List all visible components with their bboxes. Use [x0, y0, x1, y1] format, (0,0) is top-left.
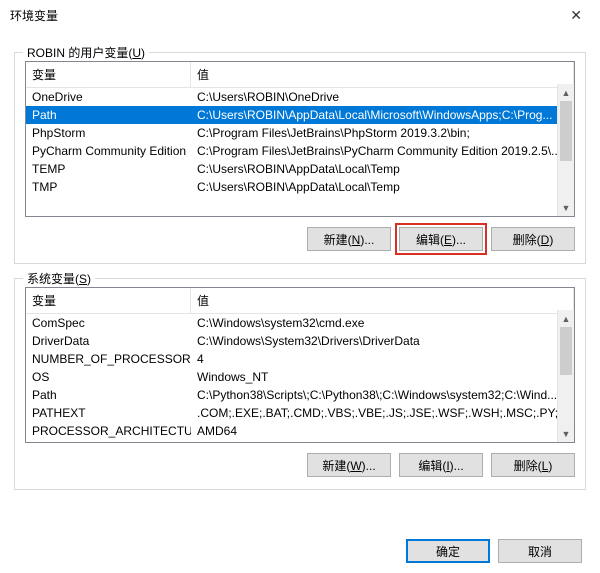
cell-variable: PhpStorm — [26, 125, 191, 141]
col-value[interactable]: 值 — [191, 288, 574, 313]
table-row[interactable]: PhpStormC:\Program Files\JetBrains\PhpSt… — [26, 124, 574, 142]
scroll-thumb[interactable] — [560, 327, 572, 375]
scroll-up-icon[interactable]: ▲ — [558, 310, 574, 327]
table-row[interactable]: PathC:\Users\ROBIN\AppData\Local\Microso… — [26, 106, 574, 124]
scroll-down-icon[interactable]: ▼ — [558, 199, 574, 216]
system-vars-legend: 系统变量(S) — [23, 270, 95, 287]
table-row[interactable]: TMPC:\Users\ROBIN\AppData\Local\Temp — [26, 178, 574, 196]
cell-variable: OS — [26, 369, 191, 385]
cell-variable: PROCESSOR_ARCHITECTURE — [26, 423, 191, 439]
cell-value: C:\Users\ROBIN\AppData\Local\Microsoft\W… — [191, 107, 574, 123]
table-row[interactable]: ComSpecC:\Windows\system32\cmd.exe — [26, 314, 574, 332]
scroll-down-icon[interactable]: ▼ — [558, 425, 574, 442]
cell-variable: OneDrive — [26, 89, 191, 105]
close-icon[interactable]: ✕ — [562, 3, 590, 28]
cancel-button[interactable]: 取消 — [498, 539, 582, 563]
col-variable[interactable]: 变量 — [26, 62, 191, 87]
table-row[interactable]: PATHEXT.COM;.EXE;.BAT;.CMD;.VBS;.VBE;.JS… — [26, 404, 574, 422]
cell-variable: Path — [26, 387, 191, 403]
table-row[interactable]: DriverDataC:\Windows\System32\Drivers\Dr… — [26, 332, 574, 350]
table-row[interactable]: PROCESSOR_IDENTIFIERIntel64 Family 6 Mod… — [26, 440, 574, 443]
table-row[interactable]: NUMBER_OF_PROCESSORS4 — [26, 350, 574, 368]
system-new-button[interactable]: 新建(W)... — [307, 453, 391, 477]
cell-value: 4 — [191, 351, 574, 367]
cell-value: C:\Users\ROBIN\OneDrive — [191, 89, 574, 105]
listview-header: 变量 值 — [26, 62, 574, 88]
system-vars-group: 系统变量(S) 变量 值 ComSpecC:\Windows\system32\… — [14, 278, 586, 490]
cell-variable: DriverData — [26, 333, 191, 349]
cell-value: C:\Python38\Scripts\;C:\Python38\;C:\Win… — [191, 387, 574, 403]
table-row[interactable]: TEMPC:\Users\ROBIN\AppData\Local\Temp — [26, 160, 574, 178]
cell-variable: PROCESSOR_IDENTIFIER — [26, 441, 191, 443]
user-edit-button[interactable]: 编辑(E)... — [399, 227, 483, 251]
cell-value: C:\Users\ROBIN\AppData\Local\Temp — [191, 179, 574, 195]
listview-header: 变量 值 — [26, 288, 574, 314]
scroll-thumb[interactable] — [560, 101, 572, 161]
scrollbar[interactable]: ▲ ▼ — [557, 84, 574, 216]
cell-value: C:\Users\ROBIN\AppData\Local\Temp — [191, 161, 574, 177]
ok-button[interactable]: 确定 — [406, 539, 490, 563]
cell-variable: TMP — [26, 179, 191, 195]
cell-variable: NUMBER_OF_PROCESSORS — [26, 351, 191, 367]
user-vars-group: ROBIN 的用户变量(U) 变量 值 OneDriveC:\Users\ROB… — [14, 52, 586, 264]
cell-value: C:\Windows\System32\Drivers\DriverData — [191, 333, 574, 349]
col-variable[interactable]: 变量 — [26, 288, 191, 313]
scrollbar[interactable]: ▲ ▼ — [557, 310, 574, 442]
table-row[interactable]: PyCharm Community EditionC:\Program File… — [26, 142, 574, 160]
user-vars-listview[interactable]: 变量 值 OneDriveC:\Users\ROBIN\OneDrivePath… — [25, 61, 575, 217]
user-vars-legend: ROBIN 的用户变量(U) — [23, 44, 149, 61]
system-edit-button[interactable]: 编辑(I)... — [399, 453, 483, 477]
user-new-button[interactable]: 新建(N)... — [307, 227, 391, 251]
cell-variable: PATHEXT — [26, 405, 191, 421]
table-row[interactable]: PathC:\Python38\Scripts\;C:\Python38\;C:… — [26, 386, 574, 404]
system-delete-button[interactable]: 删除(L) — [491, 453, 575, 477]
col-value[interactable]: 值 — [191, 62, 574, 87]
titlebar: 环境变量 ✕ — [0, 0, 600, 30]
cell-value: C:\Program Files\JetBrains\PyCharm Commu… — [191, 143, 574, 159]
cell-value: .COM;.EXE;.BAT;.CMD;.VBS;.VBE;.JS;.JSE;.… — [191, 405, 574, 421]
cell-variable: PyCharm Community Edition — [26, 143, 191, 159]
cell-value: C:\Windows\system32\cmd.exe — [191, 315, 574, 331]
cell-variable: TEMP — [26, 161, 191, 177]
cell-variable: ComSpec — [26, 315, 191, 331]
table-row[interactable]: OSWindows_NT — [26, 368, 574, 386]
user-delete-button[interactable]: 删除(D) — [491, 227, 575, 251]
window-title: 环境变量 — [10, 7, 58, 24]
table-row[interactable]: PROCESSOR_ARCHITECTUREAMD64 — [26, 422, 574, 440]
scroll-up-icon[interactable]: ▲ — [558, 84, 574, 101]
cell-value: AMD64 — [191, 423, 574, 439]
cell-value: Intel64 Family 6 Model 142 Stepping 11, … — [191, 441, 574, 443]
table-row[interactable]: OneDriveC:\Users\ROBIN\OneDrive — [26, 88, 574, 106]
cell-value: C:\Program Files\JetBrains\PhpStorm 2019… — [191, 125, 574, 141]
system-vars-listview[interactable]: 变量 值 ComSpecC:\Windows\system32\cmd.exeD… — [25, 287, 575, 443]
cell-value: Windows_NT — [191, 369, 574, 385]
cell-variable: Path — [26, 107, 191, 123]
